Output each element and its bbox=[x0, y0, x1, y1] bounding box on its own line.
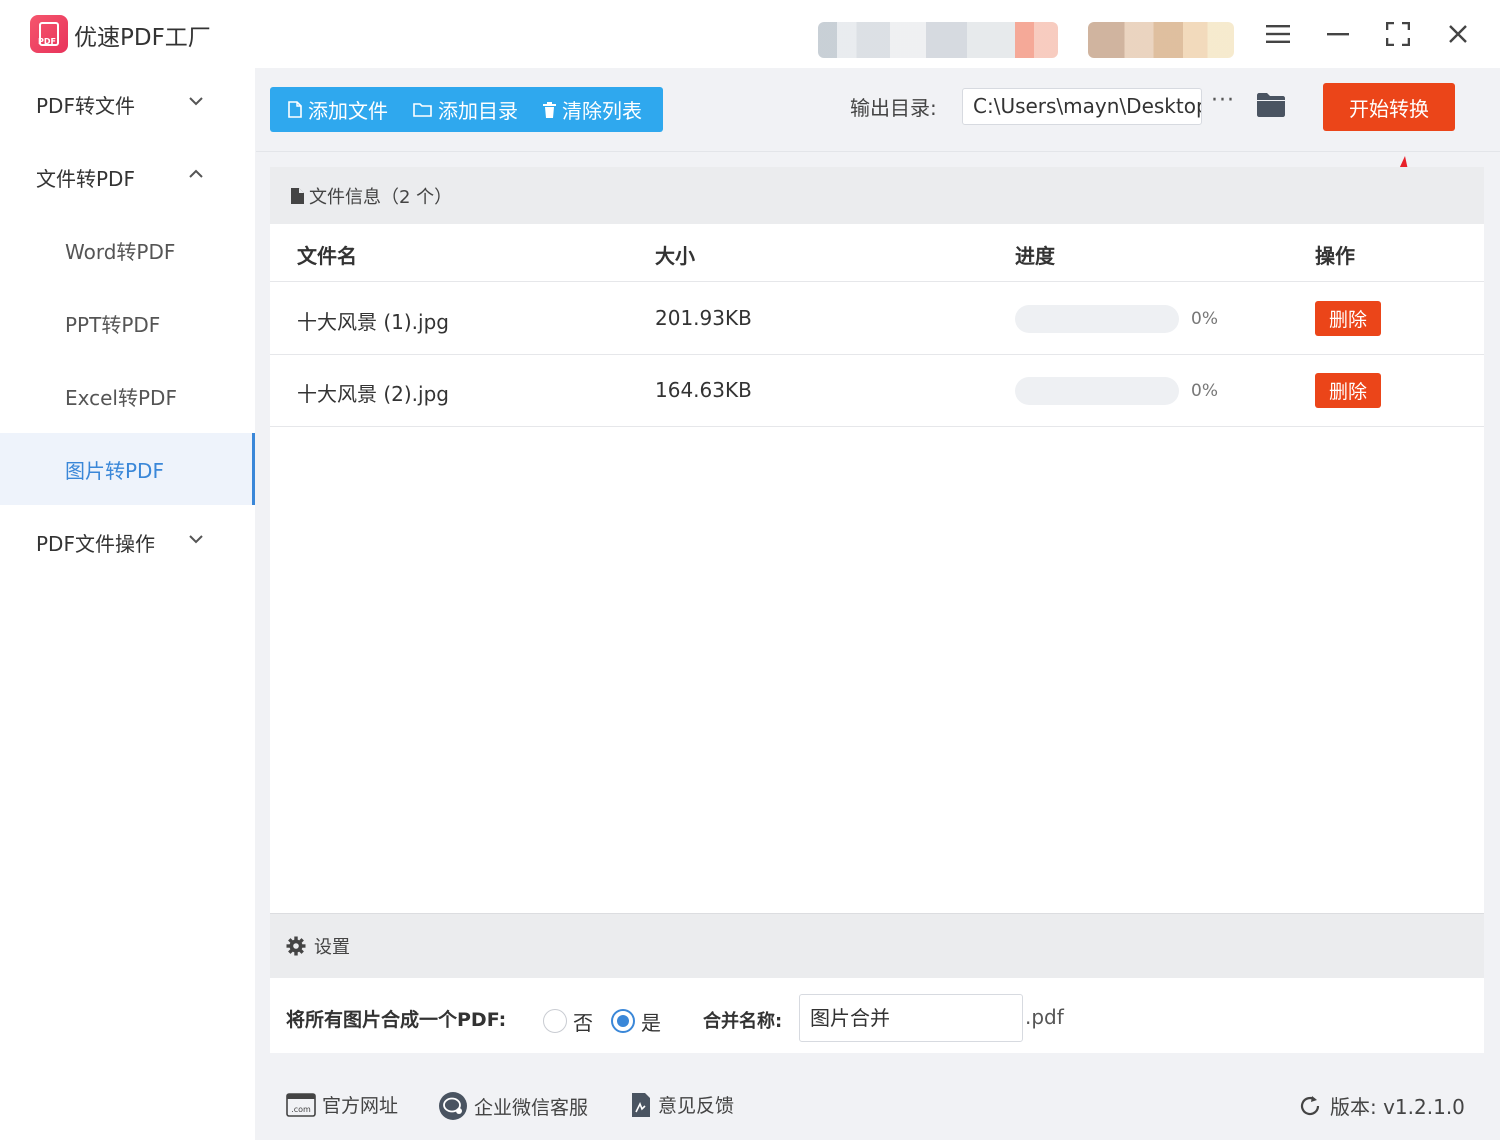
app-title: 优速PDF工厂 bbox=[74, 25, 211, 51]
output-dir-label: 输出目录: bbox=[850, 96, 937, 120]
radio-no[interactable] bbox=[543, 1009, 567, 1033]
file-panel: 文件信息（2 个） 文件名 大小 进度 操作 十大风景 (1).jpg 201.… bbox=[270, 167, 1484, 913]
progress-bar bbox=[1015, 377, 1179, 405]
clear-list-button[interactable]: 清除列表 bbox=[543, 87, 642, 132]
close-icon[interactable] bbox=[1440, 16, 1476, 52]
settings-panel: 设置 将所有图片合成一个PDF: 否 是 合并名称: 图片合并 .pdf bbox=[270, 913, 1484, 1053]
sidebar-item-word-to-pdf[interactable]: Word转PDF bbox=[0, 214, 255, 286]
file-name: 十大风景 (2).jpg bbox=[297, 382, 449, 406]
minimize-icon[interactable] bbox=[1320, 16, 1356, 52]
svg-text:.com: .com bbox=[291, 1105, 311, 1114]
file-info-header: 文件信息（2 个） bbox=[270, 167, 1484, 224]
footer: .com 官方网址 企业微信客服 意见反馈 版本: v1.2.1.0 bbox=[256, 1071, 1500, 1140]
progress-text: 0% bbox=[1191, 381, 1218, 401]
file-size: 201.93KB bbox=[655, 306, 752, 330]
merge-extension: .pdf bbox=[1025, 1005, 1064, 1029]
sidebar-group-label: PDF文件操作 bbox=[36, 531, 155, 556]
sidebar-item-image-to-pdf[interactable]: 图片转PDF bbox=[0, 433, 255, 505]
maximize-icon[interactable] bbox=[1380, 16, 1416, 52]
delete-button[interactable]: 删除 bbox=[1315, 301, 1381, 336]
file-button-group: 添加文件 添加目录 清除列表 bbox=[270, 87, 663, 132]
column-header-progress: 进度 bbox=[1015, 244, 1055, 268]
more-options-button[interactable]: ··· bbox=[1211, 88, 1235, 113]
sidebar-item-ppt-to-pdf[interactable]: PPT转PDF bbox=[0, 287, 255, 359]
sidebar-group-label: PDF转文件 bbox=[36, 93, 135, 118]
title-bar: PDF 优速PDF工厂 bbox=[0, 0, 1500, 68]
file-name: 十大风景 (1).jpg bbox=[297, 310, 449, 334]
website-icon: .com bbox=[286, 1092, 316, 1117]
official-website-link[interactable]: .com 官方网址 bbox=[286, 1091, 398, 1118]
table-row: 十大风景 (2).jpg 164.63KB 0% 删除 bbox=[270, 355, 1484, 427]
folder-icon[interactable] bbox=[1256, 92, 1286, 118]
column-header-action: 操作 bbox=[1315, 244, 1355, 268]
radio-yes-label: 是 bbox=[641, 1011, 661, 1035]
file-icon bbox=[288, 101, 302, 118]
sidebar-group-pdf-operations[interactable]: PDF文件操作 bbox=[0, 506, 255, 578]
file-size: 164.63KB bbox=[655, 378, 752, 402]
merge-option-label: 将所有图片合成一个PDF: bbox=[286, 1009, 507, 1031]
chevron-up-icon bbox=[189, 169, 203, 178]
progress-bar bbox=[1015, 305, 1179, 333]
start-convert-button[interactable]: 开始转换 bbox=[1323, 83, 1455, 131]
gear-icon bbox=[286, 936, 306, 956]
column-header-size: 大小 bbox=[655, 244, 695, 268]
column-header-name: 文件名 bbox=[297, 244, 357, 268]
blurred-account-info bbox=[818, 22, 1058, 58]
add-directory-button[interactable]: 添加目录 bbox=[413, 87, 518, 132]
sidebar: PDF转文件 文件转PDF Word转PDF PPT转PDF Excel转PDF… bbox=[0, 68, 255, 1140]
folder-outline-icon bbox=[413, 103, 432, 117]
wechat-icon bbox=[439, 1092, 467, 1120]
add-file-button[interactable]: 添加文件 bbox=[288, 87, 388, 132]
merge-name-label: 合并名称: bbox=[703, 1011, 783, 1032]
feedback-icon bbox=[632, 1092, 650, 1117]
radio-yes[interactable] bbox=[611, 1009, 635, 1033]
settings-header: 设置 bbox=[270, 913, 1484, 978]
progress-text: 0% bbox=[1191, 309, 1218, 329]
toolbar: 添加文件 添加目录 清除列表 输出目录: C:\Users\mayn\Deskt… bbox=[256, 68, 1500, 152]
table-row: 十大风景 (1).jpg 201.93KB 0% 删除 bbox=[270, 283, 1484, 355]
table-header: 文件名 大小 进度 操作 bbox=[270, 224, 1484, 282]
chevron-down-icon bbox=[189, 535, 203, 544]
feedback-link[interactable]: 意见反馈 bbox=[630, 1091, 734, 1118]
sidebar-group-pdf-to-file[interactable]: PDF转文件 bbox=[0, 68, 255, 140]
menu-icon[interactable] bbox=[1260, 16, 1296, 52]
radio-no-label: 否 bbox=[573, 1011, 593, 1035]
trash-icon bbox=[543, 101, 556, 118]
blurred-avatar bbox=[1088, 22, 1234, 58]
document-icon bbox=[291, 187, 304, 204]
output-dir-input[interactable]: C:\Users\mayn\Desktop bbox=[962, 88, 1202, 125]
wechat-support-link[interactable]: 企业微信客服 bbox=[438, 1091, 588, 1121]
sidebar-item-excel-to-pdf[interactable]: Excel转PDF bbox=[0, 360, 255, 432]
chevron-down-icon bbox=[189, 97, 203, 106]
refresh-icon[interactable] bbox=[1298, 1094, 1322, 1118]
merge-name-input[interactable]: 图片合并 bbox=[799, 994, 1023, 1042]
version-info: 版本: v1.2.1.0 bbox=[1298, 1091, 1465, 1120]
sidebar-group-file-to-pdf[interactable]: 文件转PDF bbox=[0, 141, 255, 213]
delete-button[interactable]: 删除 bbox=[1315, 373, 1381, 408]
sidebar-group-label: 文件转PDF bbox=[36, 166, 135, 191]
app-logo: PDF bbox=[30, 15, 68, 53]
